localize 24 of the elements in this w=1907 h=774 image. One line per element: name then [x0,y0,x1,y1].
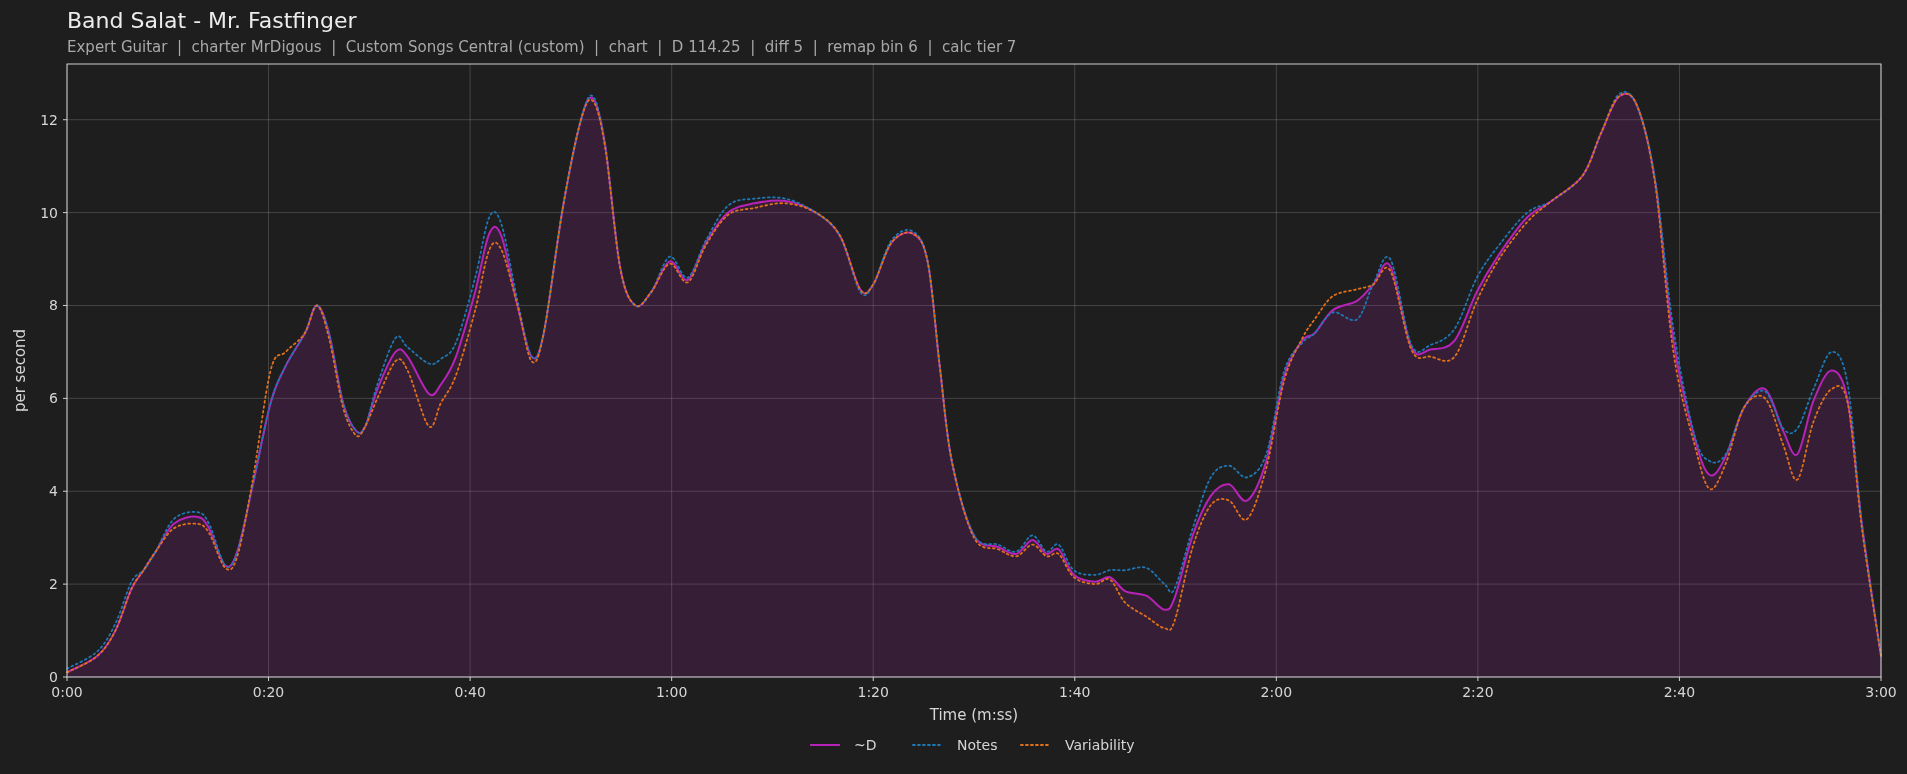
x-tick-label: 0:20 [252,684,285,700]
legend-label: Variability [1065,737,1135,753]
chart-subtitle: Expert Guitar | charter MrDigous | Custom Songs Central (custom) | chart | D 114.25 | diff 5 | remap bin 6 | calc tier 7 [67,37,1017,58]
x-tick-label: 3:00 [1865,684,1897,700]
x-tick-label: 1:20 [857,684,889,700]
x-tick-label: 2:40 [1663,684,1696,700]
y-tick-label: 8 [49,297,58,314]
y-tick-label: 4 [49,483,58,500]
legend-label: ~D [854,737,877,753]
x-tick-label: 2:20 [1462,684,1494,700]
y-tick-label: 6 [49,390,58,407]
y-tick-label: 12 [40,111,58,128]
x-tick-label: 2:00 [1260,684,1293,700]
chart-title: Band Salat - Mr. Fastfinger [67,7,357,35]
legend-label: Notes [957,737,998,753]
y-tick-label: 0 [49,669,58,685]
x-axis-label: Time (m:ss) [929,706,1019,724]
x-tick-label: 0:00 [51,684,83,700]
y-axis-label: per second [11,328,29,413]
y-tick-label: 10 [40,204,58,221]
y-tick-label: 2 [49,576,58,593]
x-tick-label: 0:40 [454,684,486,700]
x-tick-label: 1:40 [1059,684,1091,700]
x-tick-label: 1:00 [655,684,688,700]
